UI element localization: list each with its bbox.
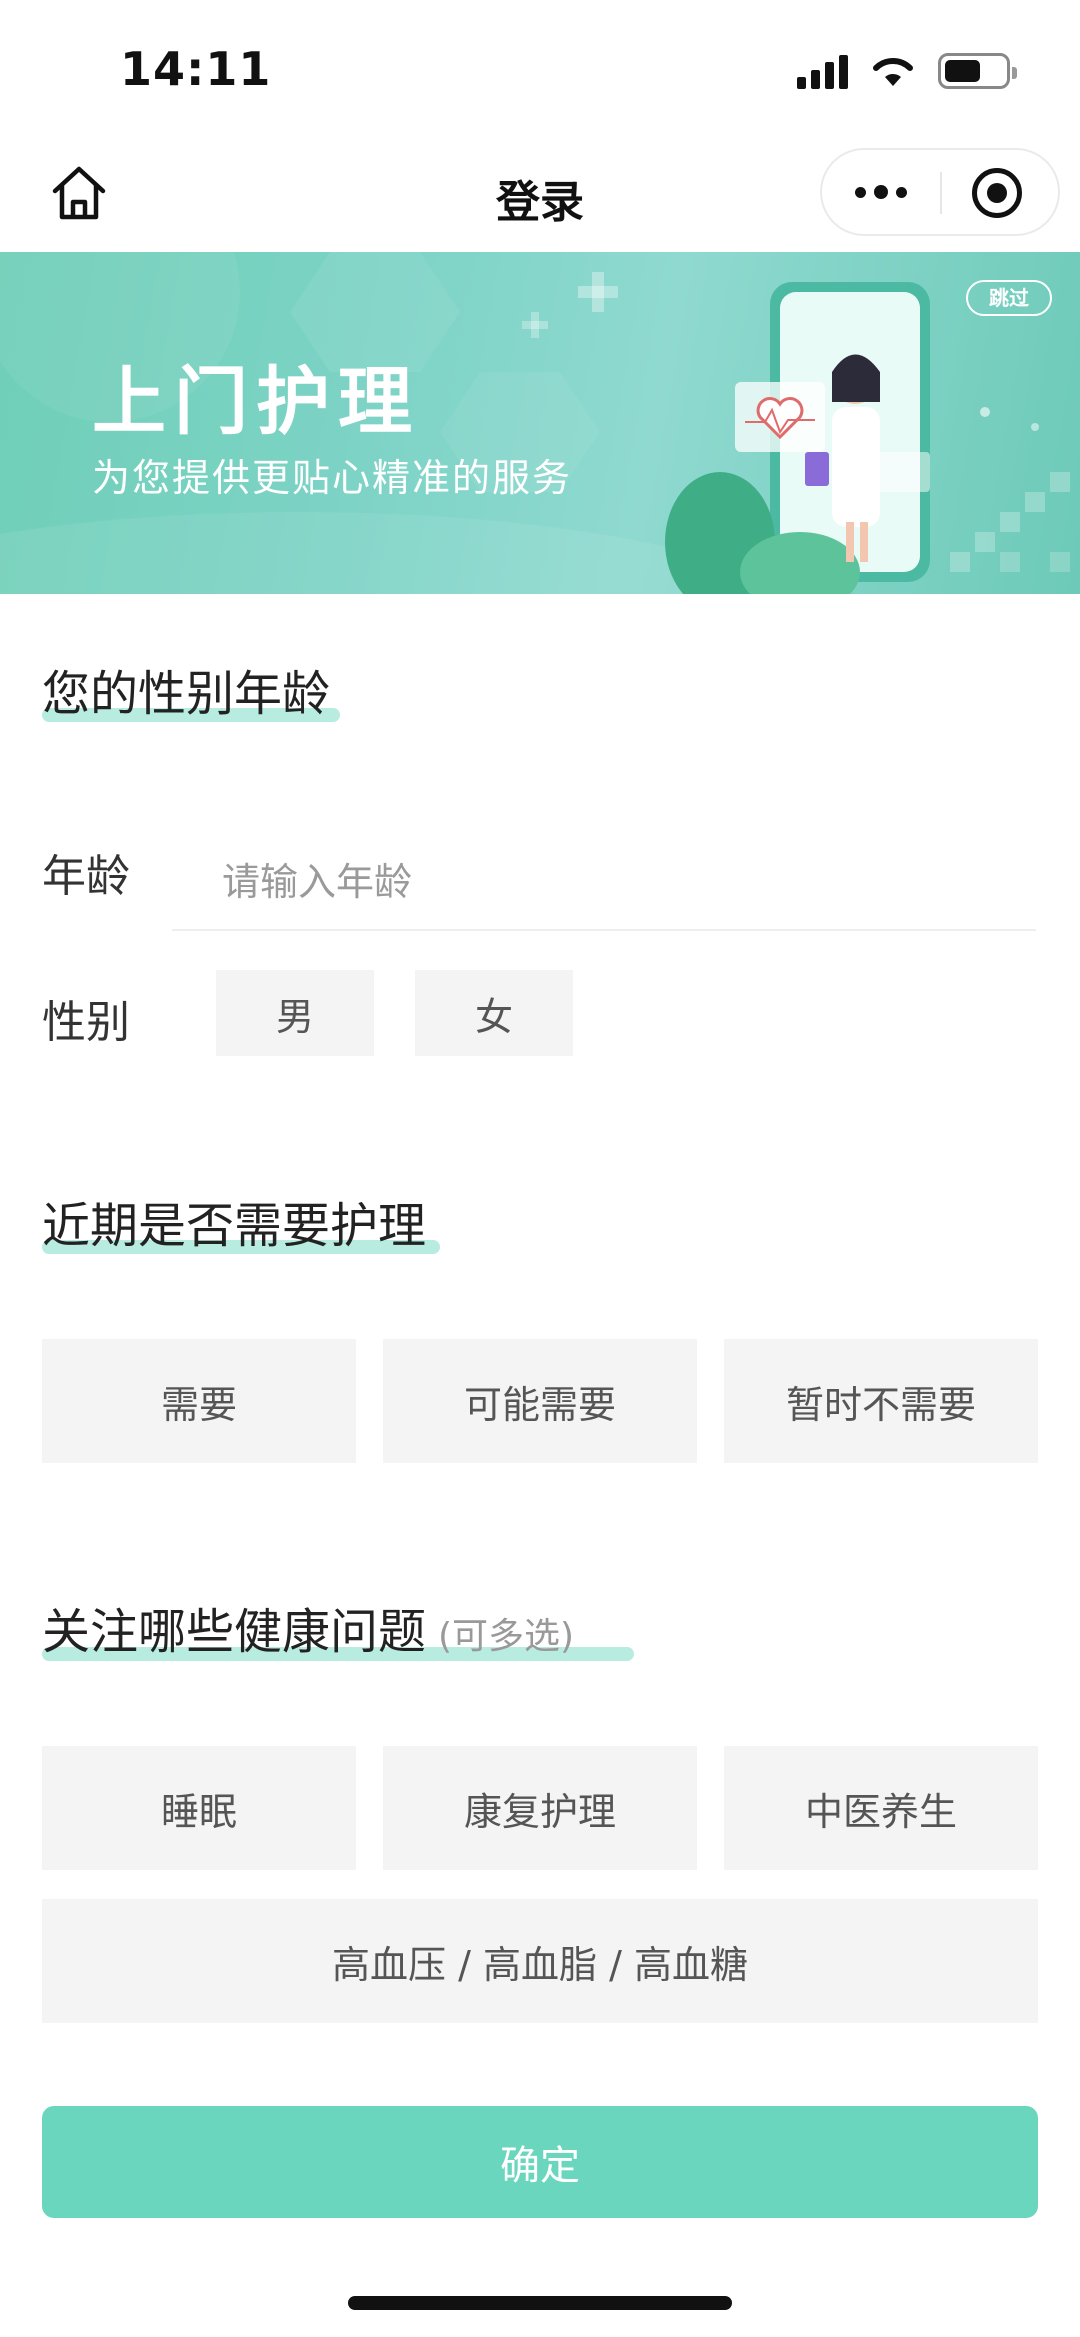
- wifi-icon: [873, 57, 913, 86]
- nav-bar: 登录: [0, 140, 1080, 252]
- skip-button[interactable]: 跳过: [966, 280, 1052, 316]
- miniprogram-close-icon[interactable]: [972, 168, 1022, 218]
- section-title-health: 关注哪些健康问题 (可多选): [42, 1592, 574, 1662]
- care-option-maybe[interactable]: 可能需要: [383, 1339, 697, 1463]
- section-title-health-text: 关注哪些健康问题: [42, 1604, 427, 1660]
- status-icons: [797, 50, 1017, 92]
- miniprogram-capsule: [820, 148, 1060, 236]
- more-button[interactable]: [822, 150, 940, 234]
- more-dots-icon: [855, 186, 866, 198]
- banner-title: 上门护理: [92, 359, 420, 445]
- cellular-signal-icon: [797, 53, 848, 89]
- status-time: 14:11: [120, 42, 272, 96]
- status-bar: 14:11: [0, 0, 1080, 140]
- banner: 上门护理 为您提供更贴心精准的服务 跳过: [0, 252, 1080, 594]
- gender-label: 性别: [42, 997, 130, 1048]
- health-option-three-highs[interactable]: 高血压 / 高血脂 / 高血糖: [42, 1899, 1038, 2023]
- multi-select-hint: (可多选): [438, 1616, 575, 1657]
- gender-option-female[interactable]: 女: [415, 970, 573, 1056]
- confirm-button[interactable]: 确定: [42, 2106, 1038, 2218]
- age-input[interactable]: [172, 835, 1036, 931]
- section-title-care-need: 近期是否需要护理: [42, 1198, 427, 1254]
- battery-icon: [938, 53, 1017, 89]
- section-title-gender-age: 您的性别年龄: [42, 666, 331, 722]
- capsule-divider: [940, 172, 942, 214]
- care-option-not-now[interactable]: 暂时不需要: [724, 1339, 1038, 1463]
- care-option-need[interactable]: 需要: [42, 1339, 356, 1463]
- health-option-rehab[interactable]: 康复护理: [383, 1746, 697, 1870]
- banner-subtitle: 为您提供更贴心精准的服务: [92, 456, 573, 500]
- gender-option-male[interactable]: 男: [216, 970, 374, 1056]
- health-option-sleep[interactable]: 睡眠: [42, 1746, 356, 1870]
- age-label: 年龄: [42, 851, 130, 902]
- home-indicator: [348, 2296, 732, 2310]
- health-option-tcm[interactable]: 中医养生: [724, 1746, 1038, 1870]
